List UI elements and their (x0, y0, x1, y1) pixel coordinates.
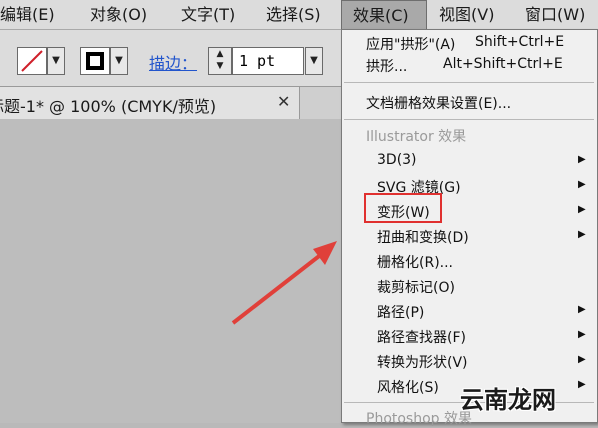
menu-item-path[interactable]: 路径(P) ▶ (342, 298, 597, 323)
stroke-weight-input[interactable]: 1 pt (232, 47, 304, 75)
menu-item-crop-marks[interactable]: 裁剪标记(O) (342, 273, 597, 298)
illustrator-effects-header: Illustrator 效果 (366, 129, 467, 145)
submenu-arrow-icon: ▶ (578, 154, 586, 165)
chevron-down-icon: ▼ (115, 55, 123, 66)
menu-item-distort-transform[interactable]: 扭曲和变换(D) ▶ (342, 223, 597, 248)
shortcut-text: Alt+Shift+Ctrl+E (443, 56, 563, 72)
stepper-up-icon[interactable]: ▲ (209, 48, 231, 60)
stroke-dropdown-button[interactable]: ▼ (110, 47, 128, 75)
menu-item-3d[interactable]: 3D(3) ▶ (342, 148, 597, 173)
submenu-arrow-icon: ▶ (578, 379, 586, 390)
menu-item-rasterize[interactable]: 栅格化(R)... (342, 248, 597, 273)
submenu-arrow-icon: ▶ (578, 179, 586, 190)
submenu-arrow-icon: ▶ (578, 204, 586, 215)
submenu-arrow-icon: ▶ (578, 229, 586, 240)
menu-item-convert-to-shape[interactable]: 转换为形状(V) ▶ (342, 348, 597, 373)
menu-separator (344, 119, 594, 120)
submenu-arrow-icon: ▶ (578, 329, 586, 340)
annotation-arrow (231, 241, 337, 325)
stroke-label[interactable]: 描边： (149, 50, 197, 74)
stroke-weight-stepper[interactable]: ▲ ▼ (208, 47, 232, 75)
menu-view[interactable]: 视图(V) (439, 0, 494, 29)
document-title: 标题-1* @ 100% (CMYK/预览) (0, 97, 217, 116)
menu-bar: 编辑(E) 对象(O) 文字(T) 选择(S) 效果(C) 视图(V) 窗口(W… (0, 0, 598, 30)
no-fill-icon (21, 50, 43, 72)
stepper-down-icon[interactable]: ▼ (209, 60, 231, 72)
menu-window[interactable]: 窗口(W) (525, 0, 585, 29)
submenu-arrow-icon: ▶ (578, 354, 586, 365)
fill-swatch[interactable] (17, 47, 47, 75)
watermark-text: 云南龙网 (460, 386, 556, 414)
photoshop-effects-header: Photoshop 效果 (366, 411, 473, 427)
stroke-swatch[interactable] (80, 47, 110, 75)
annotation-highlight-box (364, 193, 442, 223)
effect-menu-dropdown: 应用"拱形"(A) Shift+Ctrl+E 拱形... Alt+Shift+C… (341, 29, 598, 427)
menu-effect[interactable]: 效果(C) (341, 0, 427, 29)
menu-type[interactable]: 文字(T) (181, 0, 235, 29)
fill-dropdown-button[interactable]: ▼ (47, 47, 65, 75)
menu-edit[interactable]: 编辑(E) (0, 0, 55, 29)
stroke-weight-dropdown[interactable]: ▼ (305, 47, 323, 75)
chevron-down-icon: ▼ (52, 55, 60, 66)
document-tab[interactable]: 标题-1* @ 100% (CMYK/预览) ✕ (0, 87, 300, 119)
menu-item-pathfinder[interactable]: 路径查找器(F) ▶ (342, 323, 597, 348)
submenu-arrow-icon: ▶ (578, 304, 586, 315)
stroke-color-icon (86, 52, 104, 70)
chevron-down-icon: ▼ (310, 55, 318, 66)
menu-separator (344, 82, 594, 83)
menu-object[interactable]: 对象(O) (90, 0, 147, 29)
close-icon[interactable]: ✕ (277, 92, 290, 111)
menu-select[interactable]: 选择(S) (266, 0, 321, 29)
shortcut-text: Shift+Ctrl+E (475, 34, 565, 50)
menu-item-raster-settings[interactable]: 文档栅格效果设置(E)... (342, 89, 597, 114)
menu-item-arc[interactable]: 拱形... Alt+Shift+Ctrl+E (342, 52, 597, 77)
